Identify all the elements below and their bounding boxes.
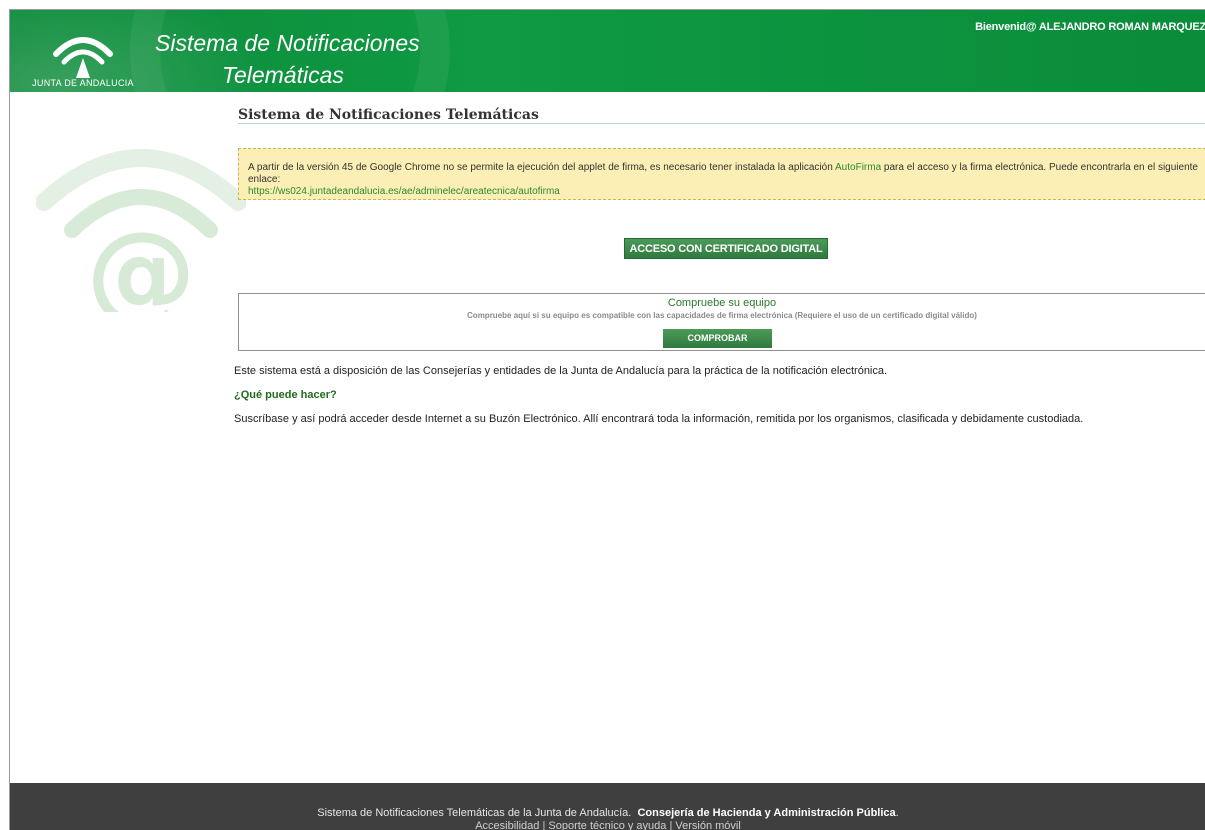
notice-text: A partir de la versión 45 de Google Chro… xyxy=(248,162,836,173)
browser-page: JUNTA DE ANDALUCIA Sistema de Notificaci… xyxy=(9,9,1205,830)
site-title-line1: Sistema de Notificaciones xyxy=(155,30,420,56)
what-can-you-do-heading: ¿Qué puede hacer? xyxy=(234,389,337,401)
check-equipment-title: Compruebe su equipo xyxy=(667,297,777,309)
header-banner: JUNTA DE ANDALUCIA Sistema de Notificaci… xyxy=(10,10,1205,92)
what-can-you-do-text: Suscríbase y así podrá acceder desde Int… xyxy=(234,413,1084,425)
footer: Sistema de Notificaciones Telemáticas de… xyxy=(10,783,1205,830)
intro-text: Este sistema está a disposición de las C… xyxy=(234,365,888,377)
welcome-prefix: Bienvenid@ xyxy=(975,21,1039,33)
welcome-user: Bienvenid@ ALEJANDRO ROMAN MARQUEZ xyxy=(975,21,1205,33)
footer-period: . xyxy=(895,807,899,819)
footer-credits: Sistema de Notificaciones Telemáticas de… xyxy=(10,807,1205,819)
footer-system-name: Sistema de Notificaciones Telemáticas de… xyxy=(317,807,632,819)
footer-department: Consejería de Hacienda y Administración … xyxy=(637,807,896,819)
at-sign-watermark-icon: @ xyxy=(36,149,246,312)
check-button[interactable]: COMPROBAR xyxy=(663,329,772,348)
user-name: ALEJANDRO ROMAN MARQUEZ xyxy=(1038,21,1205,33)
site-title-line2: Telemáticas xyxy=(222,62,344,88)
page-title: Sistema de Notificaciones Telemáticas xyxy=(238,107,539,123)
autofirma-url-link[interactable]: https://ws024.juntadeandalucia.es/ae/adm… xyxy=(248,186,560,197)
check-equipment-description: Compruebe aquí si su equipo es compatibl… xyxy=(467,311,977,320)
title-divider xyxy=(238,123,1205,124)
check-equipment-panel: Compruebe su equipo Compruebe aquí si su… xyxy=(238,293,1205,351)
logo-caption: JUNTA DE ANDALUCIA xyxy=(32,78,134,88)
autofirma-notice: A partir de la versión 45 de Google Chro… xyxy=(238,148,1205,200)
autofirma-link[interactable]: AutoFirma xyxy=(835,162,881,173)
digital-certificate-access-button[interactable]: ACCESO CON CERTIFICADO DIGITAL xyxy=(624,238,828,259)
svg-text:@: @ xyxy=(86,208,196,312)
